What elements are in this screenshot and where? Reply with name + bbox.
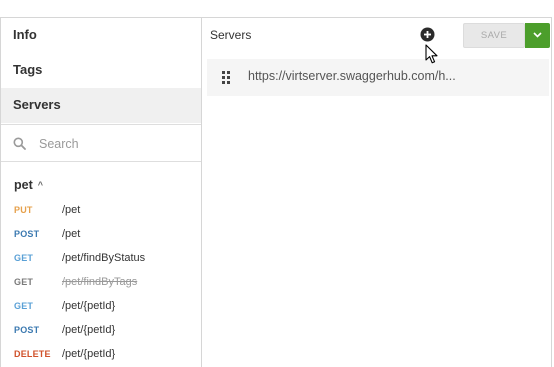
method-badge: GET [14,277,34,287]
sidebar-item-servers[interactable]: Servers [1,88,201,123]
operation-path: /pet/findByStatus [62,252,146,264]
operation-item[interactable]: POST /pet [1,222,201,246]
operation-item-deprecated[interactable]: GET /pet/findByTags [1,270,201,294]
method-badge: POST [14,325,40,335]
server-item[interactable]: https://virtserver.swaggerhub.com/h... [207,59,549,96]
panel-title: Servers [210,28,252,42]
method-badge: GET [14,301,34,311]
servers-panel: Servers SAVE https://virtserver.swaggerh… [202,18,551,367]
chevron-up-icon: ^ [37,180,44,190]
save-button[interactable]: SAVE [463,23,525,48]
sidebar: Info Tags Servers pet ^ PUT /pet POST /pe… [1,18,202,367]
operation-path: /pet [62,204,81,216]
method-badge: PUT [14,205,33,215]
operations-list: PUT /pet POST /pet GET /pet/findByStatus… [1,198,201,366]
operation-path: /pet/{petId} [62,300,116,312]
operation-item[interactable]: GET /pet/findByStatus [1,246,201,270]
server-url: https://virtserver.swaggerhub.com/h... [248,69,456,83]
search-input[interactable] [37,133,191,155]
sidebar-item-info[interactable]: Info [1,18,201,53]
operation-item[interactable]: PUT /pet [1,198,201,222]
tag-group-label: pet [14,178,33,192]
plus-circle-icon[interactable] [420,27,435,42]
tag-group-pet[interactable]: pet ^ [14,178,43,192]
search-box [1,124,201,162]
operation-path: /pet/{petId} [62,348,116,360]
operation-path: /pet/findByTags [62,276,138,288]
search-icon [13,137,26,150]
operation-item[interactable]: POST /pet/{petId} [1,318,201,342]
operation-path: /pet [62,228,81,240]
operation-path: /pet/{petId} [62,324,116,336]
sidebar-item-tags[interactable]: Tags [1,53,201,88]
method-badge: POST [14,229,40,239]
mouse-cursor-icon [425,44,438,64]
drag-handle-icon[interactable] [222,71,231,84]
operation-item[interactable]: GET /pet/{petId} [1,294,201,318]
panel-toolbar: Servers SAVE [202,18,551,52]
editor-panel: Info Tags Servers pet ^ PUT /pet POST /pe… [0,17,552,367]
chevron-down-icon [533,32,542,38]
operation-item[interactable]: DELETE /pet/{petId} [1,342,201,366]
save-options-button[interactable] [525,23,550,48]
method-badge: DELETE [14,349,51,359]
method-badge: GET [14,253,34,263]
